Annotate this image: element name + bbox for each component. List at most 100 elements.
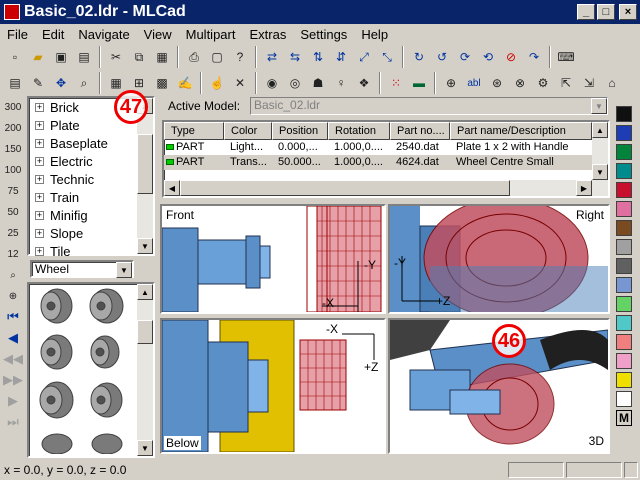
color-swatch[interactable] [616,277,632,293]
tree-item-slope[interactable]: + Slope [29,224,153,242]
color-swatch[interactable] [616,163,632,179]
scroll-down-icon[interactable]: ▼ [137,440,153,456]
zoom-75-icon[interactable]: 75 [2,181,24,201]
cut-icon[interactable]: ✂ [105,46,127,68]
resize-grip-icon[interactable] [624,462,638,478]
zoom-25-icon[interactable]: 25 [2,223,24,243]
views-icon[interactable]: ▤ [4,72,26,94]
zoom-icon[interactable]: ⌕ [73,72,95,94]
right-view[interactable]: Right -Y +Z [388,204,610,314]
table-row[interactable]: PART Light... 0.000,... 1.000,0.... 2540… [164,140,608,155]
menu-file[interactable]: File [0,27,35,42]
scroll-down-icon[interactable]: ▼ [137,238,153,254]
color-icon[interactable]: ⊛ [486,72,508,94]
replace-icon[interactable]: ⚙ [532,72,554,94]
new-icon[interactable]: ▫ [4,46,26,68]
color-swatch[interactable] [616,201,632,217]
book-icon[interactable]: ▬ [408,72,430,94]
ghost-icon[interactable]: ◎ [284,72,306,94]
color-swatch[interactable] [616,258,632,274]
more-colors-button[interactable]: M [616,410,632,426]
print-icon[interactable]: ⎙ [183,46,205,68]
import-icon[interactable]: ⇲ [578,72,600,94]
move-right-icon[interactable]: ⇆ [284,46,306,68]
front-view[interactable]: Front -Y -X [160,204,386,314]
tree-item-tile[interactable]: + Tile [29,242,153,260]
save-as-icon[interactable]: ▤ [73,46,95,68]
scroll-thumb[interactable] [180,180,510,196]
add-part-icon[interactable]: ⊕ [440,72,462,94]
menu-settings[interactable]: Settings [293,27,354,42]
move-icon[interactable]: ✥ [50,72,72,94]
render-icon[interactable]: ⌂ [601,72,623,94]
save-icon[interactable]: ▣ [50,46,72,68]
rotate-z-neg-icon[interactable]: ↷ [523,46,545,68]
step-back-icon[interactable]: ◀◀ [2,349,24,369]
move-back-icon[interactable]: ⤡ [376,46,398,68]
zoom-150-icon[interactable]: 150 [2,139,24,159]
help-icon[interactable]: ? [229,46,251,68]
search-icon[interactable]: ⊗ [509,72,531,94]
menu-view[interactable]: View [137,27,179,42]
color-swatch[interactable] [616,182,632,198]
export-icon[interactable]: ⇱ [555,72,577,94]
delete-icon[interactable]: ✕ [229,72,251,94]
table-row[interactable]: PART Trans... 50.000... 1.000,0.... 4624… [164,155,608,170]
title-bar[interactable]: Basic_02.ldr - MLCad _ □ × [0,0,640,24]
zoom-200-icon[interactable]: 200 [2,118,24,138]
next-step-icon[interactable]: ▶ [2,391,24,411]
menu-edit[interactable]: Edit [35,27,71,42]
color-swatch[interactable] [616,106,632,122]
keyboard-icon[interactable]: ⌨ [555,46,577,68]
rotate-y-neg-icon[interactable]: ⟲ [477,46,499,68]
col-part-name[interactable]: Part name/Description [450,122,592,140]
color-swatch[interactable] [616,296,632,312]
rotate-y-icon[interactable]: ⟳ [454,46,476,68]
fill-icon[interactable]: ▩ [151,72,173,94]
preview-scrollbar[interactable]: ▲ ▼ [137,284,153,456]
tree-item-baseplate[interactable]: + Baseplate [29,134,153,152]
move-down-icon[interactable]: ⇵ [330,46,352,68]
scroll-up-icon[interactable]: ▲ [592,122,608,138]
menu-help[interactable]: Help [354,27,395,42]
color-swatch[interactable] [616,144,632,160]
col-part-no[interactable]: Part no.... [390,122,450,140]
paste-icon[interactable]: ▦ [151,46,173,68]
zoom-300-icon[interactable]: 300 [2,97,24,117]
table-hscrollbar[interactable]: ◀ ▶ [164,180,608,196]
active-model-select[interactable]: Basic_02.ldr ▼ [250,97,608,115]
scroll-down-icon[interactable]: ▼ [592,164,608,180]
scroll-thumb[interactable] [137,134,153,194]
scroll-left-icon[interactable]: ◀ [164,180,180,196]
chevron-down-icon[interactable]: ▼ [116,262,132,278]
parts-preview[interactable]: ▲ ▼ [27,282,155,458]
open-icon[interactable]: ▰ [27,46,49,68]
table-vscrollbar[interactable]: ▲ ▼ [592,122,608,180]
scroll-thumb[interactable] [137,320,153,344]
color-swatch[interactable] [616,353,632,369]
lamp-icon[interactable]: ♀ [330,72,352,94]
color-swatch[interactable] [616,220,632,236]
move-up-icon[interactable]: ⇅ [307,46,329,68]
col-type[interactable]: Type [164,122,224,140]
zoom-12-icon[interactable]: 12 [2,244,24,264]
col-position[interactable]: Position [272,122,328,140]
tree-item-minifig[interactable]: + Minifig [29,206,153,224]
color-swatch[interactable] [616,315,632,331]
color-swatch[interactable] [616,334,632,350]
tree-item-train[interactable]: + Train [29,188,153,206]
menu-multipart[interactable]: Multipart [179,27,243,42]
category-select[interactable]: Wheel ▼ [30,260,134,278]
rotate-z-icon[interactable]: ⊘ [500,46,522,68]
edit-icon[interactable]: ✎ [27,72,49,94]
zoom-100-icon[interactable]: 100 [2,160,24,180]
preview-icon[interactable]: ▢ [206,46,228,68]
color-swatch[interactable] [616,239,632,255]
close-button[interactable]: × [619,4,637,20]
step-forward-icon[interactable]: ▶▶ [2,370,24,390]
parts-table[interactable]: Type Color Position Rotation Part no....… [162,120,610,198]
tree-item-electric[interactable]: + Electric [29,152,153,170]
points-icon[interactable]: ⁙ [385,72,407,94]
shadow-icon[interactable]: ☗ [307,72,329,94]
zoom-fit-icon[interactable]: ⌕ [2,265,24,285]
